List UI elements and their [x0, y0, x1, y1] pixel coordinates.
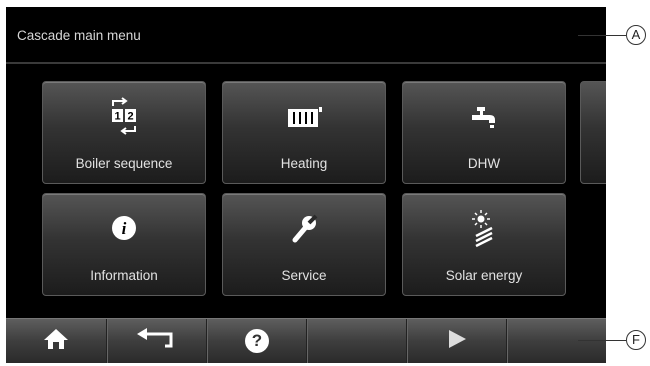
- tile-information[interactable]: i Information: [42, 193, 206, 296]
- radiator-icon: [223, 96, 385, 136]
- toolbar-empty-slot: [307, 319, 407, 363]
- boiler-digit-1: 1: [114, 111, 120, 123]
- tile-boiler-sequence[interactable]: 1 2 Boiler sequence: [42, 81, 206, 184]
- toolbar-empty-slot: [507, 319, 606, 363]
- tile-label: Solar energy: [445, 268, 523, 283]
- play-forward-icon: [446, 328, 468, 355]
- home-icon: [43, 327, 69, 356]
- boiler-sequence-icon: 1 2: [43, 96, 205, 136]
- callout-a-line: [578, 35, 626, 36]
- forward-button[interactable]: [407, 319, 507, 363]
- back-arrow-icon: [135, 327, 179, 356]
- wrench-icon: [223, 208, 385, 248]
- help-button[interactable]: ?: [207, 319, 307, 363]
- tile-label: Boiler sequence: [75, 156, 173, 171]
- help-icon: ?: [245, 329, 269, 353]
- tile-label: DHW: [467, 156, 501, 171]
- display-screen: Cascade main menu 1 2 Boiler sequence He…: [6, 7, 606, 363]
- solar-icon: [403, 208, 565, 248]
- tap-icon: [403, 96, 565, 136]
- info-icon: i: [43, 208, 205, 248]
- callout-a: A: [626, 25, 646, 45]
- bottom-toolbar: ?: [6, 318, 606, 363]
- tile-partial-next[interactable]: [580, 81, 606, 184]
- home-button[interactable]: [6, 319, 106, 363]
- svg-text:i: i: [122, 219, 127, 238]
- back-button[interactable]: [107, 319, 207, 363]
- callout-f-line: [578, 340, 626, 341]
- tile-solar-energy[interactable]: Solar energy: [402, 193, 566, 296]
- page-title: Cascade main menu: [17, 28, 141, 43]
- tile-label: Service: [281, 268, 327, 283]
- boiler-digit-2: 2: [127, 111, 133, 123]
- header-bar: Cascade main menu: [6, 7, 606, 62]
- header-divider: [6, 62, 606, 64]
- tile-label: Heating: [280, 156, 328, 171]
- tile-label: Information: [90, 268, 158, 283]
- tile-dhw[interactable]: DHW: [402, 81, 566, 184]
- callout-f: F: [626, 330, 646, 350]
- tile-heating[interactable]: Heating: [222, 81, 386, 184]
- tile-service[interactable]: Service: [222, 193, 386, 296]
